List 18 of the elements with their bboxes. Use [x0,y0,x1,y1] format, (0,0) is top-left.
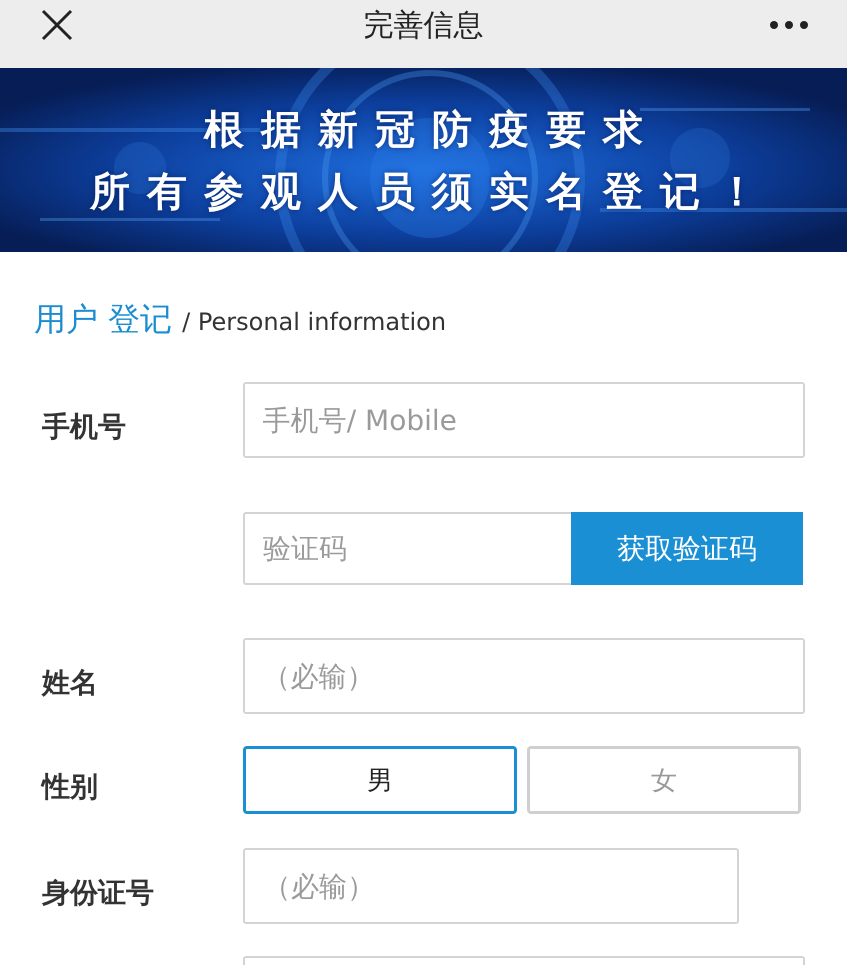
page-title: 完善信息 [364,6,484,44]
option-button[interactable]: 女 [527,746,801,814]
input-field[interactable]: （必输） [242,638,805,714]
section-subtitle: / Personal information [182,308,446,336]
banner-text: 所有参观人员须实名登记！ [90,168,774,216]
field-label: 性别 [42,770,98,803]
field-label: 姓名 [42,666,98,699]
option-button[interactable]: 男 [243,746,517,814]
close-icon[interactable] [40,8,74,42]
get-code-button[interactable]: 获取验证码 [571,512,803,585]
banner-text: 根据新冠防疫要求 [204,106,660,154]
field-label: 手机号 [42,410,126,443]
input-field[interactable]: （必输） [243,848,739,924]
section-title: 用户 登记 [34,299,172,340]
input-field[interactable]: 手机号/ Mobile [242,382,805,458]
input-field[interactable]: 验证码 [243,512,571,585]
more-icon[interactable] [769,20,809,30]
field-label: 身份证号 [42,876,154,909]
